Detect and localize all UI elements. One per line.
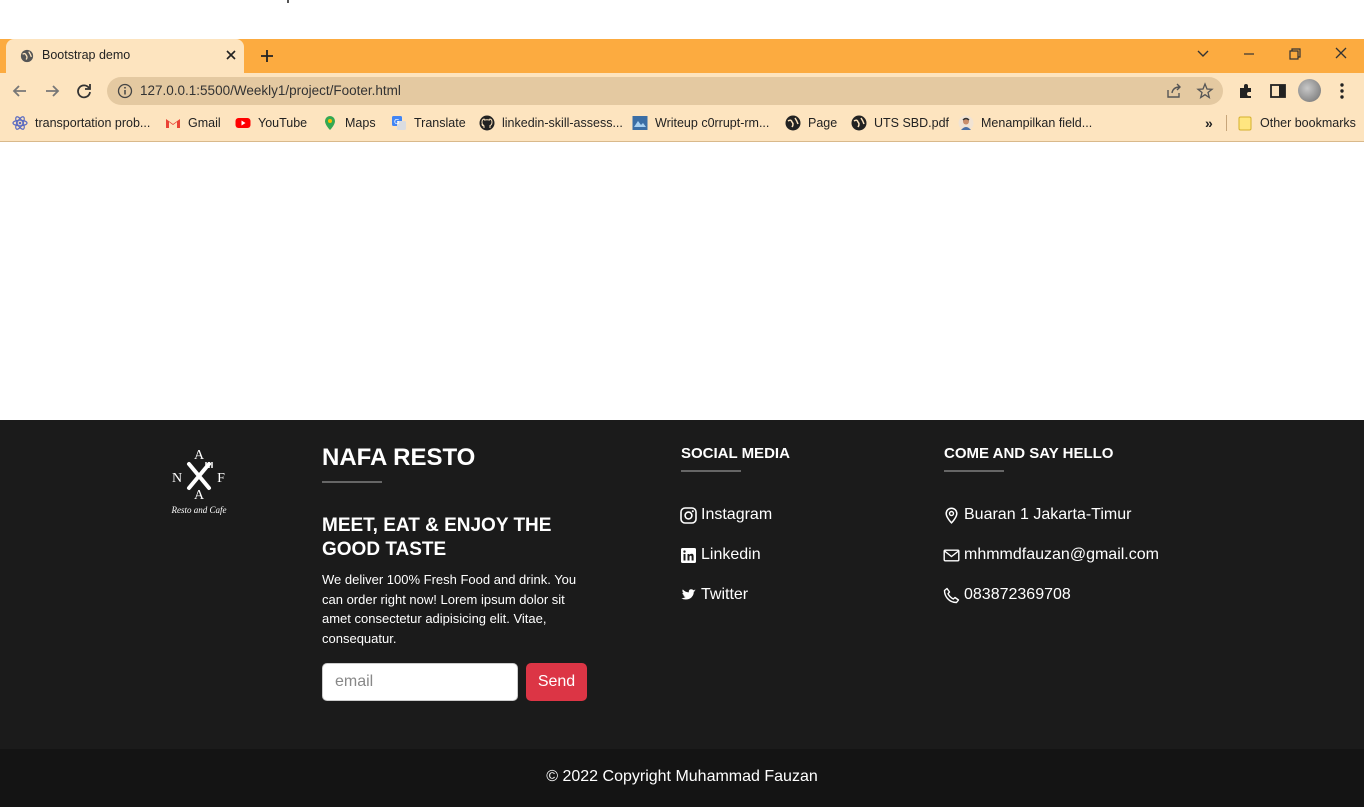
bookmark-item[interactable]: G Translate [391, 114, 466, 132]
bookmark-item[interactable]: Maps [322, 114, 376, 132]
other-bookmarks-label: Other bookmarks [1260, 116, 1356, 130]
linkedin-label: Linkedin [701, 546, 761, 563]
location-pin-icon [945, 506, 958, 524]
instagram-link[interactable]: Instagram [680, 505, 772, 525]
gmail-icon [166, 119, 180, 128]
url-text: 127.0.0.1:5500/Weekly1/project/Footer.ht… [140, 83, 401, 98]
bookmark-label: Writeup c0rrupt-rm... [655, 116, 770, 130]
bookmark-item[interactable]: Page [785, 114, 837, 132]
instagram-icon [680, 506, 697, 524]
globe-icon [785, 115, 801, 131]
bookmark-item[interactable]: Gmail [165, 114, 221, 132]
brand-underline [322, 481, 382, 483]
bookmark-label: Gmail [188, 116, 221, 130]
bookmark-label: Menampilkan field... [981, 116, 1093, 130]
close-tab-icon[interactable] [222, 46, 240, 64]
atom-icon [12, 116, 28, 130]
bookmark-label: transportation prob... [35, 116, 151, 130]
contact-heading-underline [944, 470, 1004, 472]
globe-icon [20, 49, 34, 63]
twitter-icon [681, 588, 696, 599]
svg-text:G: G [394, 118, 399, 126]
site-info-icon[interactable] [117, 83, 133, 99]
bookmark-label: linkedin-skill-assess... [502, 116, 623, 130]
instagram-label: Instagram [701, 506, 773, 523]
share-icon[interactable] [1165, 82, 1183, 100]
social-heading-underline [681, 470, 741, 472]
bookmark-item[interactable]: YouTube [235, 114, 307, 132]
github-icon [479, 115, 495, 131]
extensions-puzzle-icon[interactable] [1236, 81, 1256, 101]
restaurant-logo: A N F A Resto and Cafe [171, 448, 227, 515]
bookmark-item[interactable]: Writeup c0rrupt-rm... [632, 114, 769, 132]
phone-item: 083872369708 [943, 585, 1071, 605]
avatar-icon [958, 115, 974, 131]
phone-label: 083872369708 [964, 586, 1071, 603]
address-bar[interactable]: 127.0.0.1:5500/Weekly1/project/Footer.ht… [107, 77, 1223, 105]
overflow-label: » [1205, 115, 1213, 131]
copyright-text: © 2022 Copyright Muhammad Fauzan [546, 768, 818, 785]
bookmark-label: Translate [414, 116, 466, 130]
minimize-icon[interactable] [1237, 44, 1261, 64]
email-item: mhmmdfauzan@gmail.com [943, 545, 1159, 565]
bookmark-label: Page [808, 116, 838, 130]
email-label: mhmmdfauzan@gmail.com [964, 546, 1159, 563]
bookmarks-overflow-button[interactable]: » [1205, 114, 1213, 132]
bookmark-item[interactable]: transportation prob... [12, 114, 150, 132]
side-panel-icon[interactable] [1268, 81, 1288, 101]
tab-title: Bootstrap demo [42, 48, 131, 62]
linkedin-link[interactable]: Linkedin [680, 545, 761, 565]
envelope-icon [943, 549, 960, 562]
twitter-link[interactable]: Twitter [680, 585, 748, 605]
reload-icon[interactable] [73, 80, 95, 102]
address-label: Buaran 1 Jakarta-Timur [964, 506, 1132, 523]
logo-subtitle: Resto and Cafe [171, 505, 227, 515]
translate-icon: G [392, 116, 406, 130]
logo-letter: A [194, 488, 205, 503]
tagline: MEET, EAT & ENJOY THE GOOD TASTE [322, 515, 552, 560]
bookmark-label: YouTube [258, 116, 308, 130]
page-body [0, 142, 1364, 420]
twitter-label: Twitter [701, 586, 749, 603]
maps-icon [325, 116, 335, 130]
social-media-heading: SOCIAL MEDIA [681, 445, 790, 462]
stray-mark [287, 0, 289, 3]
browser-tab[interactable]: Bootstrap demo [6, 39, 244, 73]
bookmarks-separator [1226, 115, 1227, 131]
logo-letter: F [217, 471, 225, 486]
description: We deliver 100% Fresh Food and drink. Yo… [322, 572, 577, 647]
bookmark-label: Maps [345, 116, 376, 130]
bookmark-item[interactable]: UTS SBD.pdf [851, 114, 949, 132]
tab-search-icon[interactable] [1191, 44, 1215, 64]
logo-letter: A [194, 448, 205, 463]
new-tab-icon[interactable] [258, 47, 276, 65]
back-arrow-icon[interactable] [9, 80, 31, 102]
phone-icon [943, 587, 960, 603]
email-input[interactable] [322, 663, 518, 701]
linkedin-icon [681, 547, 696, 563]
restore-icon[interactable] [1283, 44, 1307, 64]
contact-heading: COME AND SAY HELLO [944, 445, 1114, 462]
bookmark-star-icon[interactable] [1196, 82, 1214, 100]
screen-top-strip [0, 0, 1364, 39]
send-button[interactable]: Send [526, 663, 587, 701]
site-icon [632, 116, 648, 130]
logo-letter: N [172, 471, 182, 486]
folder-icon [1238, 116, 1252, 131]
forward-arrow-icon[interactable] [41, 80, 63, 102]
bookmark-item[interactable]: Menampilkan field... [958, 114, 1092, 132]
bookmark-item[interactable]: linkedin-skill-assess... [479, 114, 623, 132]
youtube-icon [235, 118, 251, 128]
globe-icon [851, 115, 867, 131]
address-item: Buaran 1 Jakarta-Timur [943, 505, 1131, 525]
bookmark-label: UTS SBD.pdf [874, 116, 950, 130]
close-window-icon[interactable] [1329, 44, 1353, 64]
brand-title: NAFA RESTO [322, 444, 476, 471]
other-bookmarks-button[interactable]: Other bookmarks [1237, 114, 1356, 132]
profile-avatar[interactable] [1298, 79, 1321, 102]
menu-kebab-icon[interactable] [1332, 81, 1352, 101]
